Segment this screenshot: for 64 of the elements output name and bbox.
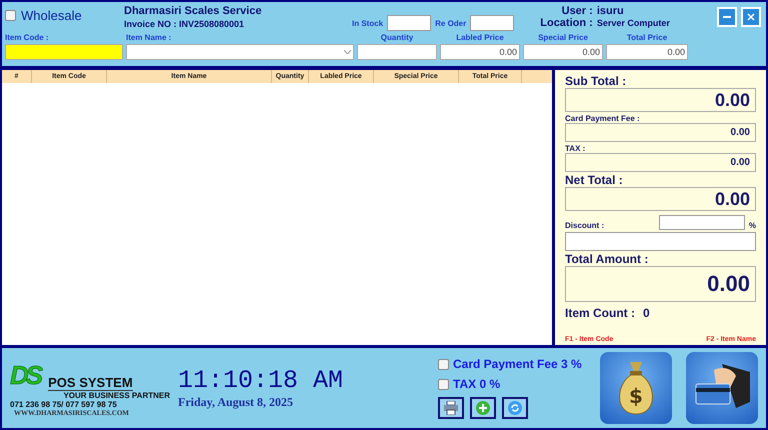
- wholesale-checkbox[interactable]: [5, 10, 16, 21]
- close-button[interactable]: [741, 7, 761, 27]
- option-label: TAX 0 %: [453, 377, 500, 391]
- price-field[interactable]: 0.00: [523, 44, 603, 60]
- amount-display: 0.00: [565, 153, 756, 172]
- print-button[interactable]: [438, 397, 464, 419]
- plus-icon: [476, 401, 490, 415]
- printer-icon: [443, 401, 459, 415]
- field-label: Item Name :: [126, 33, 172, 44]
- user-name: isuru: [596, 5, 625, 17]
- refresh-icon: [508, 401, 522, 415]
- brand-name: POS SYSTEM: [48, 374, 133, 390]
- percent-sign: %: [748, 221, 756, 230]
- clock-date: Friday, August 8, 2025: [178, 395, 294, 410]
- discount-label: Discount :: [565, 221, 604, 230]
- amount-display: 0.00: [565, 123, 756, 142]
- amount-display: 0.00: [565, 88, 756, 112]
- total-label: Total Amount :: [565, 252, 650, 266]
- invoice-number: Invoice NO : INV2508080001: [124, 19, 246, 29]
- company-name: Dharmasiri Scales Service: [124, 5, 263, 17]
- dropdown-caret-icon: [344, 50, 351, 54]
- item-count-value: 0: [643, 306, 650, 320]
- field-label: Labled Price: [455, 33, 505, 44]
- amount-display: 0.00: [565, 187, 756, 211]
- location-name: Server Computer: [596, 18, 670, 28]
- item-count-label: Item Count :: [565, 306, 635, 320]
- stock-input[interactable]: [387, 15, 432, 31]
- option-checkbox[interactable]: [438, 378, 449, 390]
- total-label: Sub Total :: [565, 74, 628, 88]
- close-icon: [747, 13, 755, 21]
- discount-amount-field[interactable]: [565, 232, 756, 251]
- wholesale-label: Wholesale: [21, 8, 82, 23]
- price-field[interactable]: 0.00: [440, 44, 520, 60]
- field-label: Item Code :: [5, 33, 50, 44]
- minimize-icon: [723, 16, 731, 18]
- total-amount-display: 0.00: [565, 266, 756, 302]
- cash-payment-button[interactable]: $: [600, 352, 672, 424]
- stock-input[interactable]: [470, 15, 514, 31]
- minimize-button[interactable]: [717, 7, 737, 27]
- quantity-field[interactable]: [357, 44, 437, 60]
- field-label: Quantity: [380, 33, 414, 44]
- stock-label: Re Oder: [435, 18, 466, 28]
- total-label: Card Payment Fee :: [565, 114, 641, 123]
- location-label: Location :: [540, 17, 593, 29]
- total-label: TAX :: [565, 144, 586, 153]
- field-label: Special Price: [537, 33, 589, 44]
- add-button[interactable]: [470, 397, 496, 419]
- stock-label: In Stock: [352, 18, 384, 28]
- price-field[interactable]: 0.00: [606, 44, 688, 60]
- option-checkbox[interactable]: [438, 358, 449, 370]
- card-payment-button[interactable]: [686, 352, 758, 424]
- clock-time: 11:10:18 AM: [178, 366, 344, 395]
- user-label: User :: [560, 5, 593, 17]
- option-label: Card Payment Fee 3 %: [453, 357, 582, 371]
- discount-percent-field[interactable]: [658, 215, 745, 230]
- item-name-dropdown[interactable]: [126, 44, 354, 60]
- logo: DS: [10, 360, 40, 390]
- total-label: Net Total :: [565, 173, 624, 187]
- field-label: Total Price: [626, 33, 668, 44]
- item-code-field[interactable]: [5, 44, 123, 60]
- phone-numbers: 071 236 98 75/ 077 597 98 75: [10, 400, 118, 408]
- brand-tagline: YOUR BUSINESS PARTNER: [62, 390, 170, 400]
- refresh-button[interactable]: [502, 397, 528, 419]
- dollar-sign: $: [628, 384, 644, 408]
